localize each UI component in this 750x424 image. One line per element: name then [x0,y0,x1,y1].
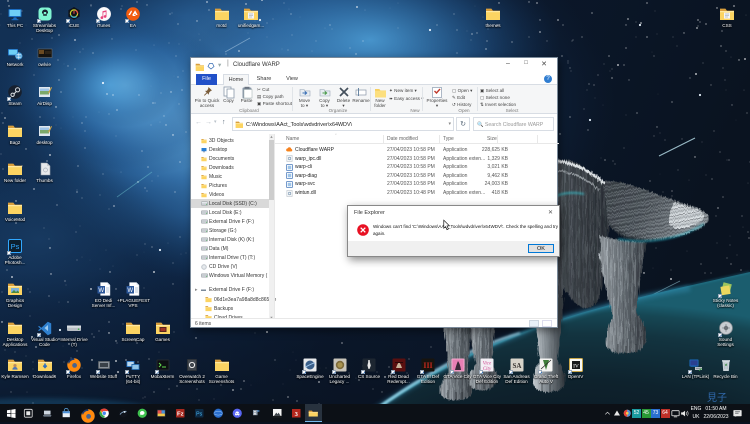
svg-text:Ps: Ps [196,411,203,417]
svg-text:W: W [127,288,133,294]
svg-text:W: W [98,288,104,294]
svg-text:Fz: Fz [177,411,184,417]
svg-text:City: City [483,367,492,372]
svg-text:Ps: Ps [11,242,20,251]
svg-text:SA: SA [512,362,521,370]
svg-text:Vice: Vice [483,362,492,367]
svg-text:見子: 見子 [707,392,727,404]
svg-text:IV: IV [573,364,579,370]
svg-text:III: III [423,361,432,370]
